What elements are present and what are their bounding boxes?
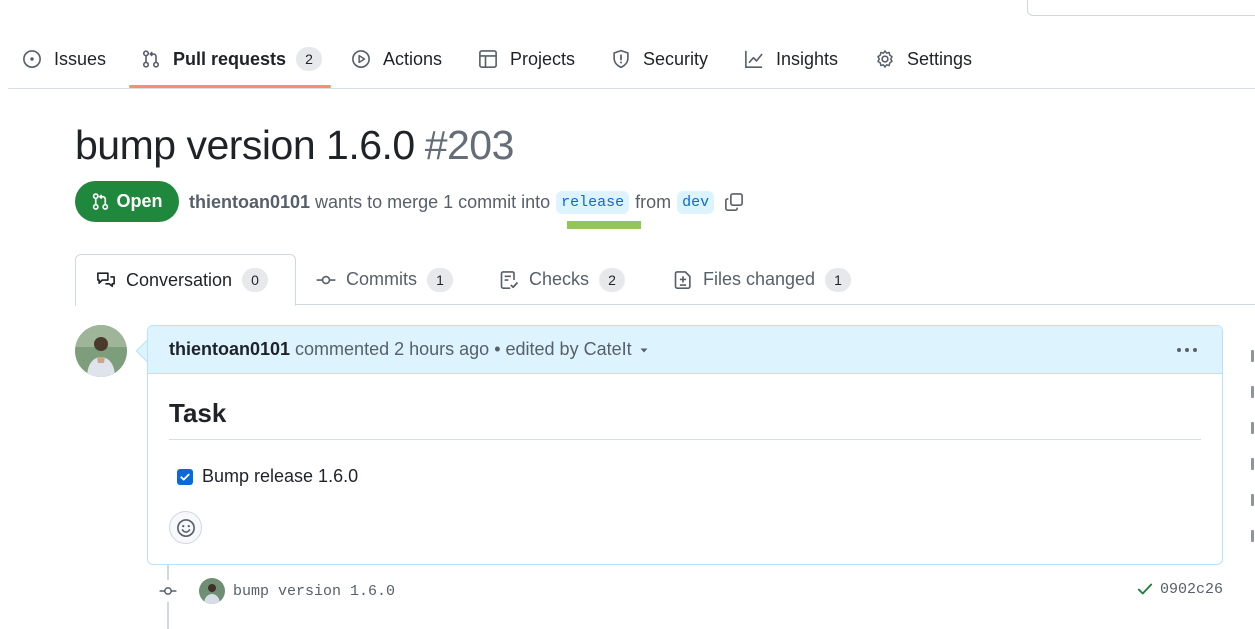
commit-message-link[interactable]: bump version 1.6.0 [233,583,395,600]
tab-files-changed[interactable]: Files changed 1 [673,254,852,305]
head-branch[interactable]: dev [677,190,715,214]
comment-author-link[interactable]: thientoan0101 [169,339,290,360]
from-text: from [635,191,672,212]
nav-item-settings[interactable]: Settings [875,30,972,88]
comment-discussion-icon [97,272,115,288]
play-icon [352,50,370,68]
separator: • [494,339,501,359]
nav-item-issues[interactable]: Issues [22,30,106,88]
selected-tab-underline [129,85,331,88]
highlight-annotation [567,221,641,229]
task-label: Bump release 1.6.0 [202,466,359,486]
nav-label: Security [643,48,709,69]
nav-label: Issues [54,48,107,69]
kebab-horizontal-icon [1177,348,1197,352]
comment-time[interactable]: 2 hours ago [394,339,489,360]
avatar[interactable] [75,325,127,377]
nav-item-projects[interactable]: Projects [478,30,575,88]
commit-avatar[interactable] [199,578,225,604]
page-title: bump version 1.6.0 #203 [75,122,514,169]
avatar-image [75,325,127,377]
nav-label: Actions [383,48,443,69]
merge-summary: thientoan0101 wants to merge 1 commit in… [189,188,744,216]
pull-requests-count: 2 [296,47,323,71]
check-icon[interactable] [1136,580,1154,598]
gear-icon [877,50,893,68]
table-icon [479,50,497,68]
tab-count: 2 [599,267,626,292]
comment-card: thientoan0101 commented 2 hours ago • ed… [147,325,1223,565]
nav-item-insights[interactable]: Insights [744,30,838,88]
pr-tabs: Conversation 0 Commits 1 Checks 2 Files … [75,254,1255,306]
edited-dropdown[interactable]: edited by CateIt [506,339,650,360]
comment-header: thientoan0101 commented 2 hours ago • ed… [148,326,1222,374]
comment-body: Task Bump release 1.6.0 [148,398,1222,544]
nav-label: Pull requests [173,48,287,69]
nav-item-actions[interactable]: Actions [351,30,442,88]
tab-checks[interactable]: Checks 2 [499,254,626,305]
pr-number: #203 [424,122,515,168]
caret-down-icon [640,348,648,352]
search-box[interactable] [1027,0,1255,16]
status-label: Open [116,191,163,211]
shield-icon [613,49,629,69]
commit-sha-link[interactable]: 0902c26 [1160,581,1223,598]
comment-action: commented [295,339,390,359]
graph-icon [745,50,763,68]
timeline-commit: bump version 1.6.0 0902c26 [157,576,1223,606]
nav-label: Insights [776,48,839,69]
tab-label: Conversation [126,269,233,290]
sidebar-edge [1251,350,1255,610]
merge-text: wants to merge 1 commit into [315,191,551,212]
smiley-icon [176,518,195,537]
avatar-image [199,578,225,604]
repo-nav: Issues Pull requests 2 Actions Projects … [8,30,1255,89]
nav-item-pull-requests[interactable]: Pull requests 2 [141,30,323,88]
task-checkbox[interactable] [177,468,193,485]
issue-opened-icon [23,50,41,68]
base-branch[interactable]: release [556,190,630,214]
task-list-item: Bump release 1.6.0 [177,466,1201,487]
git-commit-icon [316,275,336,284]
kebab-menu-button[interactable] [1174,338,1200,362]
edited-label: edited by CateIt [505,339,632,359]
git-pull-request-icon [93,193,109,210]
add-reaction-button[interactable] [169,511,202,544]
git-commit-icon [157,580,179,602]
task-heading: Task [169,398,1201,440]
check-icon [180,473,190,480]
pr-title-text: bump version 1.6.0 [75,122,415,168]
tab-conversation[interactable]: Conversation 0 [75,254,296,306]
checklist-icon [500,270,519,289]
tab-label: Commits [346,269,417,289]
nav-label: Settings [907,48,973,69]
file-diff-icon [674,270,691,289]
tab-label: Files changed [703,269,816,289]
pr-author-link[interactable]: thientoan0101 [189,192,310,213]
tab-commits[interactable]: Commits 1 [316,254,453,305]
commit-meta: 0902c26 [1136,580,1223,598]
nav-item-security[interactable]: Security [611,30,708,88]
status-badge: Open [75,181,179,222]
git-pull-request-icon [142,50,160,68]
tab-count: 1 [825,267,852,292]
copy-icon[interactable] [724,192,744,212]
tab-count: 1 [427,267,453,292]
tab-label: Checks [529,269,590,289]
nav-label: Projects [510,48,576,69]
tab-count: 0 [242,268,269,292]
